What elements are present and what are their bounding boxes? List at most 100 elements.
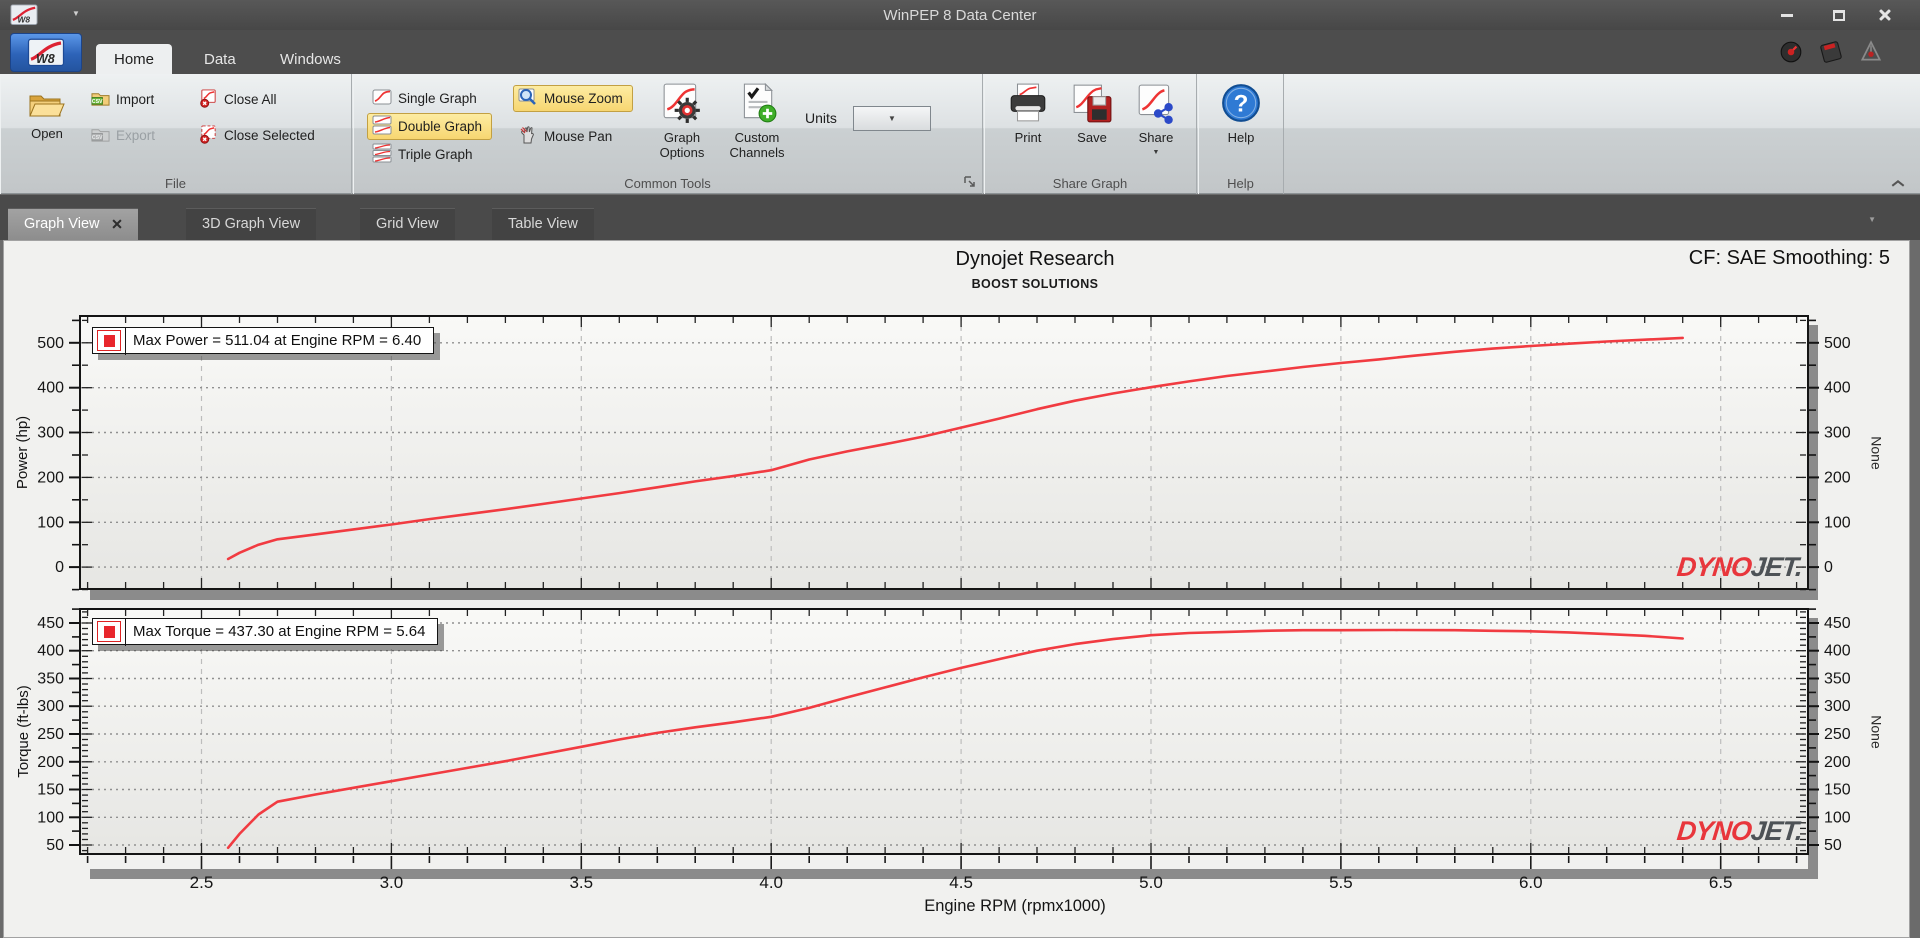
run-title: Dynojet Research <box>955 248 1115 270</box>
svg-text:400: 400 <box>37 380 64 397</box>
svg-text:150: 150 <box>37 782 64 799</box>
group-label-file: File <box>165 176 186 191</box>
ribbon-tab-row: W8 Home Data Windows <box>0 30 1920 74</box>
tab-list-dropdown-icon[interactable]: ▼ <box>1868 215 1876 224</box>
help-button[interactable]: ? Help <box>1211 82 1271 146</box>
group-label-help: Help <box>1227 176 1254 191</box>
ribbon-group-common-tools: Single Graph Double Graph Triple Graph M… <box>353 74 983 194</box>
svg-text:300: 300 <box>37 698 64 715</box>
device-icon[interactable] <box>1819 40 1843 64</box>
tab-table-view[interactable]: Table View <box>492 208 594 240</box>
units-dropdown[interactable]: ▼ <box>853 106 931 131</box>
svg-text:500: 500 <box>1824 335 1851 352</box>
svg-text:350: 350 <box>37 671 64 688</box>
run-subtitle: BOOST SOLUTIONS <box>971 277 1099 291</box>
ribbon-group-help: ? Help Help <box>1198 74 1284 194</box>
floppy-disk-icon <box>1071 82 1113 128</box>
group-label-share-graph: Share Graph <box>1052 176 1128 191</box>
double-graph-icon <box>372 115 392 138</box>
svg-text:300: 300 <box>1824 698 1851 715</box>
tab-graph-view[interactable]: Graph View <box>8 208 138 240</box>
rpm-axis-label: Engine RPM (rpmx1000) <box>924 897 1106 915</box>
folder-icon <box>27 90 67 124</box>
triple-graph-icon <box>372 143 392 166</box>
svg-text:100: 100 <box>1824 514 1851 531</box>
help-question-icon: ? <box>1220 82 1262 128</box>
svg-text:400: 400 <box>1824 643 1851 660</box>
gauge-icon[interactable] <box>1779 40 1803 64</box>
svg-text:5.0: 5.0 <box>1139 873 1163 892</box>
svg-text:450: 450 <box>37 615 64 632</box>
svg-text:0: 0 <box>55 559 64 576</box>
ribbon: Open CSV Import CSV Export Close All Clo… <box>0 74 1920 194</box>
ribbon-tab-windows[interactable]: Windows <box>262 44 359 74</box>
emblem-icon[interactable] <box>1859 40 1883 64</box>
export-button[interactable]: CSV Export <box>86 122 165 149</box>
ribbon-tab-home[interactable]: Home <box>96 44 173 74</box>
triple-graph-button[interactable]: Triple Graph <box>367 141 483 168</box>
graph-options-gear-icon <box>661 82 703 128</box>
chevron-down-icon: ▼ <box>1152 148 1160 156</box>
maximize-button[interactable] <box>1824 5 1854 25</box>
power-legend[interactable]: Max Power = 511.04 at Engine RPM = 6.40 <box>92 327 435 355</box>
graph-options-button[interactable]: Graph Options <box>649 82 715 161</box>
close-all-button[interactable]: Close All <box>194 86 287 113</box>
application-menu-button[interactable]: W8 <box>10 33 82 72</box>
correction-factor-text: CF: SAE Smoothing: 5 <box>1688 247 1890 269</box>
open-button[interactable]: Open <box>14 80 80 170</box>
view-tab-strip: Graph View 3D Graph View Grid View Table… <box>0 195 1920 240</box>
svg-text:450: 450 <box>1824 615 1851 632</box>
torque-right-axis-label: None <box>1869 714 1885 749</box>
collapse-ribbon-icon[interactable] <box>1890 175 1906 187</box>
torque-legend-text: Max Torque = 437.30 at Engine RPM = 5.64 <box>133 623 426 640</box>
tab-3d-graph-view[interactable]: 3D Graph View <box>186 208 317 240</box>
torque-axis-label: Torque (ft-lbs) <box>14 685 32 778</box>
chevron-down-icon: ▼ <box>888 114 896 123</box>
custom-channels-button[interactable]: Custom Channels <box>721 82 793 161</box>
double-graph-button[interactable]: Double Graph <box>367 113 493 140</box>
window-title: WinPEP 8 Data Center <box>883 6 1037 24</box>
svg-text:2.5: 2.5 <box>190 873 214 892</box>
mouse-pan-button[interactable]: Mouse Pan <box>513 123 622 150</box>
minimize-button[interactable] <box>1772 5 1802 25</box>
ribbon-tab-data[interactable]: Data <box>186 44 254 74</box>
ribbon-group-file: Open CSV Import CSV Export Close All Clo… <box>0 74 352 194</box>
mouse-zoom-button[interactable]: Mouse Zoom <box>513 85 633 112</box>
svg-text:400: 400 <box>37 643 64 660</box>
dynojet-logo: DYNOJET. <box>1675 816 1804 846</box>
svg-text:5.5: 5.5 <box>1329 873 1353 892</box>
share-button[interactable]: Share ▼ <box>1128 82 1184 157</box>
torque-legend[interactable]: Max Torque = 437.30 at Engine RPM = 5.64 <box>92 618 439 646</box>
units-label: Units <box>805 110 837 126</box>
svg-text:400: 400 <box>1824 380 1851 397</box>
close-all-icon <box>199 88 218 111</box>
tab-grid-view[interactable]: Grid View <box>360 208 455 240</box>
single-graph-button[interactable]: Single Graph <box>367 85 487 112</box>
svg-text:CSV: CSV <box>92 98 103 104</box>
close-tab-icon[interactable] <box>112 219 122 229</box>
svg-text:200: 200 <box>37 754 64 771</box>
svg-text:6.5: 6.5 <box>1709 873 1733 892</box>
export-csv-icon: CSV <box>91 125 110 147</box>
svg-text:4.0: 4.0 <box>759 873 783 892</box>
save-button[interactable]: Save <box>1064 82 1120 146</box>
print-button[interactable]: Print <box>1000 82 1056 146</box>
power-axis-label: Power (hp) <box>14 415 32 490</box>
svg-text:200: 200 <box>1824 754 1851 771</box>
svg-text:200: 200 <box>37 469 64 486</box>
titlebar: W8 ▼ WinPEP 8 Data Center <box>0 0 1920 30</box>
torque-chart-plot[interactable]: 2.5 3.0 3.5 4.0 4.5 5.0 5.5 6.0 6.5 50 50 100 100 150… <box>0 608 1920 908</box>
series-marker-icon <box>97 619 126 646</box>
svg-text:4.5: 4.5 <box>949 873 973 892</box>
svg-text:300: 300 <box>37 425 64 442</box>
svg-text:?: ? <box>1234 90 1249 117</box>
close-selected-button[interactable]: Close Selected <box>194 122 325 149</box>
import-button[interactable]: CSV Import <box>86 86 164 113</box>
svg-text:250: 250 <box>1824 726 1851 743</box>
close-button[interactable] <box>1870 5 1900 25</box>
svg-text:3.0: 3.0 <box>380 873 404 892</box>
svg-text:6.0: 6.0 <box>1519 873 1543 892</box>
svg-text:500: 500 <box>37 335 64 352</box>
group-label-common-tools: Common Tools <box>624 176 711 191</box>
svg-text:150: 150 <box>1824 782 1851 799</box>
